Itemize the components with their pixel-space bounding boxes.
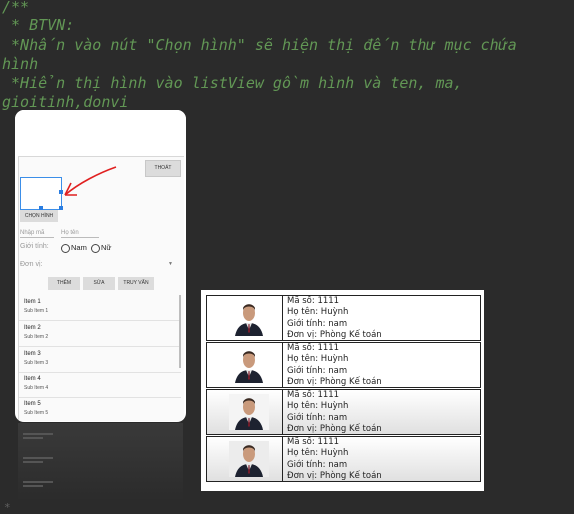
preview-id: Mã số: 1111 [287,343,340,353]
phone-reflection [18,423,183,501]
list-item[interactable]: Item 3 Sub Item 3 [19,347,181,373]
reflection-line [23,481,53,483]
radio-female-label[interactable]: Nữ [101,243,111,252]
preview-id: Mã số: 1111 [287,437,340,447]
reflection-line [23,457,53,459]
list-item[interactable]: Item 5 Sub Item 5 [19,397,181,421]
preview-name: Họ tên: Huỳnh [287,354,349,365]
person-photo-icon [229,394,269,430]
query-button[interactable]: TRUY VẤN [118,277,154,290]
list-item-subtitle: Sub Item 1 [24,308,49,314]
preview-unit: Đơn vị: Phòng Kế toán [287,376,382,387]
list-item[interactable]: Item 4 Sub Item 4 [19,372,181,398]
preview-gender: Giới tính: nam [287,412,348,423]
preview-separator [282,296,283,340]
id-input[interactable]: Nhập mã [20,230,54,238]
app-screen: THOÁT CHỌN HÌNH Nhập mã Họ tên Giới tính… [18,156,184,421]
preview-text: Mã số: 1111 Họ tên: Huỳnh Giới tính: nam… [287,343,382,388]
reflection-line [23,485,43,487]
preview-separator [282,437,283,481]
preview-name: Họ tên: Huỳnh [287,307,349,318]
item-list[interactable]: Item 1 Sub Item 1 Item 2 Sub Item 2 Item… [19,293,181,421]
list-item-subtitle: Sub Item 3 [24,360,49,366]
add-button[interactable]: THÊM [48,277,80,290]
preview-text: Mã số: 1111 Họ tên: Huỳnh Giới tính: nam… [287,437,382,482]
image-view[interactable] [20,177,63,210]
preview-unit: Đơn vị: Phòng Kế toán [287,423,382,434]
list-item-title: Item 1 [24,299,41,305]
radio-male-label[interactable]: Nam [71,243,87,252]
preview-row: Mã số: 1111 Họ tên: Huỳnh Giới tính: nam… [206,342,481,388]
code-editor[interactable]: /** * BTVN: *Nhấn vào nút "Chọn hình" sẽ… [0,0,574,514]
triangle-down-icon[interactable]: ▼ [168,261,173,267]
preview-text: Mã số: 1111 Họ tên: Huỳnh Giới tính: nam… [287,296,382,341]
exit-button[interactable]: THOÁT [145,160,181,177]
phone-status-area [15,110,186,152]
unit-spinner[interactable]: Đơn vị: [20,261,42,268]
preview-row: Mã số: 1111 Họ tên: Huỳnh Giới tính: nam… [206,436,481,482]
list-item-subtitle: Sub Item 5 [24,410,49,416]
resize-handle[interactable] [59,206,63,210]
preview-unit: Đơn vị: Phòng Kế toán [287,470,382,481]
list-item[interactable]: Item 1 Sub Item 1 [19,295,181,321]
preview-id: Mã số: 1111 [287,390,340,400]
preview-row: Mã số: 1111 Họ tên: Huỳnh Giới tính: nam… [206,295,481,341]
person-photo-icon [229,441,269,477]
preview-separator [282,343,283,387]
gender-label: Giới tính: [20,243,49,250]
code-line-4[interactable]: hình [2,55,38,74]
preview-name: Họ tên: Huỳnh [287,448,349,459]
code-line-1[interactable]: /** [2,0,29,17]
list-item-subtitle: Sub Item 2 [24,334,49,340]
pick-image-button[interactable]: CHỌN HÌNH [20,210,58,222]
person-photo-icon [229,300,269,336]
preview-id: Mã số: 1111 [287,296,340,306]
name-input[interactable]: Họ tên [61,230,99,238]
list-item-title: Item 2 [24,325,41,331]
preview-gender: Giới tính: nam [287,365,348,376]
preview-separator [282,390,283,434]
reflection-line [23,437,43,439]
phone-mockup: THOÁT CHỌN HÌNH Nhập mã Họ tên Giới tính… [15,110,186,422]
code-line-2[interactable]: * BTVN: [2,16,74,35]
list-scrollbar[interactable] [179,295,181,368]
reflection-line [23,461,43,463]
preview-unit: Đơn vị: Phòng Kế toán [287,329,382,340]
list-item-title: Item 3 [24,351,41,357]
preview-row: Mã số: 1111 Họ tên: Huỳnh Giới tính: nam… [206,389,481,435]
list-item-title: Item 5 [24,401,41,407]
person-photo-icon [229,347,269,383]
preview-gender: Giới tính: nam [287,318,348,329]
code-line-3[interactable]: *Nhấn vào nút "Chọn hình" sẽ hiện thị đế… [2,36,517,55]
preview-name: Họ tên: Huỳnh [287,401,349,412]
expected-result-preview: Mã số: 1111 Họ tên: Huỳnh Giới tính: nam… [201,290,484,491]
list-item-title: Item 4 [24,376,41,382]
preview-text: Mã số: 1111 Họ tên: Huỳnh Giới tính: nam… [287,390,382,435]
edit-button[interactable]: SỬA [83,277,115,290]
annotation-arrow-icon [64,166,117,196]
preview-gender: Giới tính: nam [287,459,348,470]
gutter-mark: * [4,501,11,514]
reflection-line [23,433,53,435]
list-item-subtitle: Sub Item 4 [24,385,49,391]
radio-female[interactable] [91,244,100,253]
code-line-5[interactable]: *Hiển thị hình vào listView gồm hình và … [2,74,463,93]
radio-male[interactable] [61,244,70,253]
list-item[interactable]: Item 2 Sub Item 2 [19,321,181,347]
